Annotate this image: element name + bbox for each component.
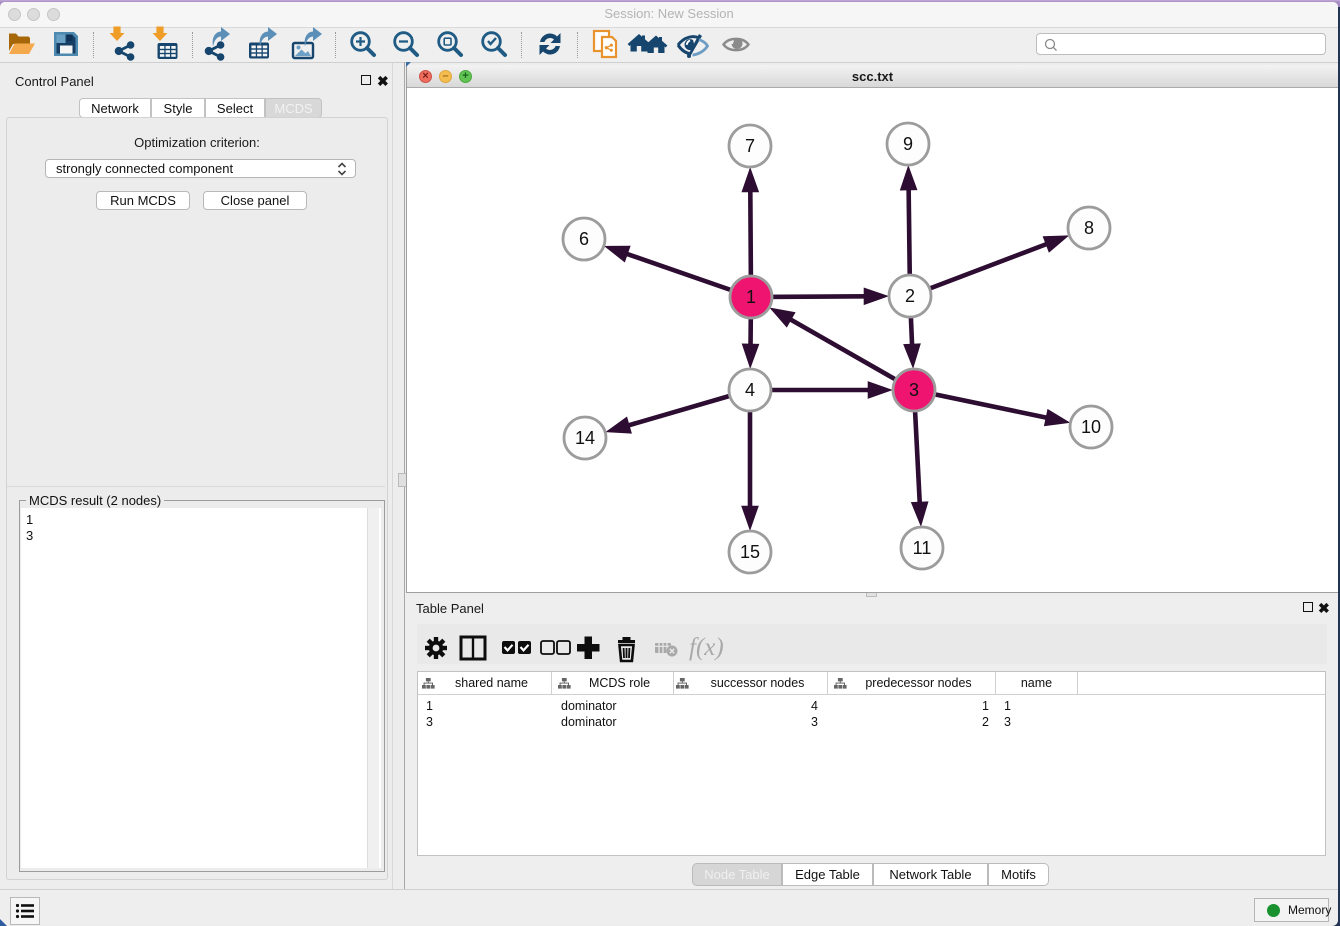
svg-text:1: 1 xyxy=(746,287,756,307)
svg-text:f(x): f(x) xyxy=(689,634,724,661)
svg-text:3: 3 xyxy=(909,380,919,400)
svg-text:14: 14 xyxy=(575,428,595,448)
svg-text:7: 7 xyxy=(745,136,755,156)
svg-text:9: 9 xyxy=(903,134,913,154)
svg-text:6: 6 xyxy=(579,229,589,249)
svg-text:11: 11 xyxy=(913,538,932,558)
svg-text:2: 2 xyxy=(905,286,915,306)
svg-text:10: 10 xyxy=(1081,417,1101,437)
svg-text:8: 8 xyxy=(1084,218,1094,238)
svg-text:15: 15 xyxy=(740,542,760,562)
svg-text:4: 4 xyxy=(745,380,755,400)
